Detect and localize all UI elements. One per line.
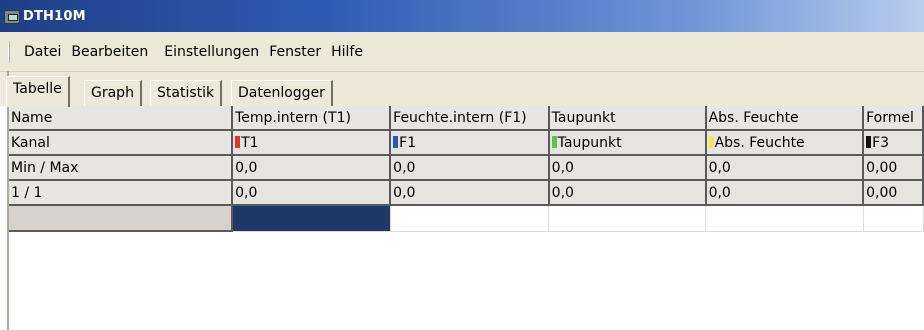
table-row: Min / Max 0,0 0,0 0,0 0,0 0,00 bbox=[9, 155, 924, 181]
data-grid[interactable]: Name Temp.intern (T1) Feuchte.intern (F1… bbox=[9, 106, 924, 330]
menu-bar: Datei Bearbeiten Einstellungen Fenster H… bbox=[0, 32, 924, 71]
channel-name: T1 bbox=[241, 134, 259, 151]
empty-cell[interactable] bbox=[863, 205, 924, 232]
column-header[interactable]: Taupunkt bbox=[548, 106, 707, 131]
value-cell[interactable]: 0,0 bbox=[705, 155, 865, 181]
menu-einstellungen[interactable]: Einstellungen bbox=[159, 42, 264, 62]
value-cell[interactable]: 0,0 bbox=[705, 180, 865, 206]
empty-cell[interactable] bbox=[548, 205, 707, 232]
channel-cell[interactable]: F1 bbox=[390, 130, 550, 156]
table-row: 1 / 1 0,0 0,0 0,0 0,0 0,00 bbox=[9, 180, 924, 206]
tab-tabelle[interactable]: Tabelle bbox=[6, 76, 70, 107]
row-label[interactable]: Kanal bbox=[9, 130, 234, 156]
value-cell[interactable]: 0,00 bbox=[863, 180, 924, 206]
channel-name: F1 bbox=[399, 134, 417, 151]
channel-cell[interactable]: Abs. Feuchte bbox=[705, 130, 865, 156]
data-table: Name Temp.intern (T1) Feuchte.intern (F1… bbox=[9, 106, 924, 232]
selected-cell[interactable] bbox=[232, 205, 391, 232]
channel-name: Taupunkt bbox=[557, 134, 622, 151]
column-header[interactable]: Formel bbox=[863, 106, 924, 131]
window-title: DTH10M bbox=[23, 9, 86, 24]
channel-color-swatch bbox=[393, 135, 399, 148]
menu-bearbeiten[interactable]: Bearbeiten bbox=[66, 42, 153, 62]
tab-statistik[interactable]: Statistik bbox=[150, 80, 223, 106]
channel-color-swatch bbox=[866, 135, 872, 148]
channel-color-swatch bbox=[708, 135, 714, 148]
app-icon bbox=[4, 10, 20, 24]
row-label[interactable]: 1 / 1 bbox=[9, 180, 234, 206]
tab-datenlogger[interactable]: Datenlogger bbox=[231, 80, 333, 106]
table-row: Kanal T1 F1 Taupunkt Abs. Feuchte F3 bbox=[9, 130, 924, 156]
column-header[interactable]: Name bbox=[9, 106, 234, 131]
channel-cell[interactable]: Taupunkt bbox=[548, 130, 707, 156]
column-header[interactable]: Abs. Feuchte bbox=[705, 106, 865, 131]
table-row-new bbox=[9, 205, 924, 232]
table-header-row: Name Temp.intern (T1) Feuchte.intern (F1… bbox=[9, 106, 924, 131]
tab-bar: Tabelle Graph Statistik Datenlogger bbox=[0, 71, 924, 107]
channel-cell[interactable]: T1 bbox=[232, 130, 392, 156]
menu-datei[interactable]: Datei bbox=[19, 42, 66, 62]
value-cell[interactable]: 0,0 bbox=[232, 180, 392, 206]
value-cell[interactable]: 0,0 bbox=[390, 180, 550, 206]
row-label-empty[interactable] bbox=[9, 205, 234, 232]
value-cell[interactable]: 0,0 bbox=[232, 155, 392, 181]
column-header[interactable]: Feuchte.intern (F1) bbox=[390, 106, 550, 131]
channel-name: Abs. Feuchte bbox=[714, 134, 805, 151]
channel-color-swatch bbox=[551, 135, 557, 148]
menu-grip bbox=[8, 40, 10, 63]
value-cell[interactable]: 0,0 bbox=[548, 155, 707, 181]
value-cell[interactable]: 0,0 bbox=[390, 155, 550, 181]
row-label[interactable]: Min / Max bbox=[9, 155, 234, 181]
menu-hilfe[interactable]: Hilfe bbox=[326, 42, 368, 62]
channel-color-swatch bbox=[235, 135, 241, 148]
title-bar: DTH10M bbox=[0, 0, 924, 32]
empty-cell[interactable] bbox=[390, 205, 550, 232]
channel-cell[interactable]: F3 bbox=[863, 130, 924, 156]
menu-fenster[interactable]: Fenster bbox=[264, 42, 326, 62]
tab-graph[interactable]: Graph bbox=[84, 80, 142, 106]
column-header[interactable]: Temp.intern (T1) bbox=[232, 106, 392, 131]
value-cell[interactable]: 0,00 bbox=[863, 155, 924, 181]
channel-name: F3 bbox=[872, 134, 890, 151]
value-cell[interactable]: 0,0 bbox=[548, 180, 707, 206]
empty-cell[interactable] bbox=[705, 205, 864, 232]
